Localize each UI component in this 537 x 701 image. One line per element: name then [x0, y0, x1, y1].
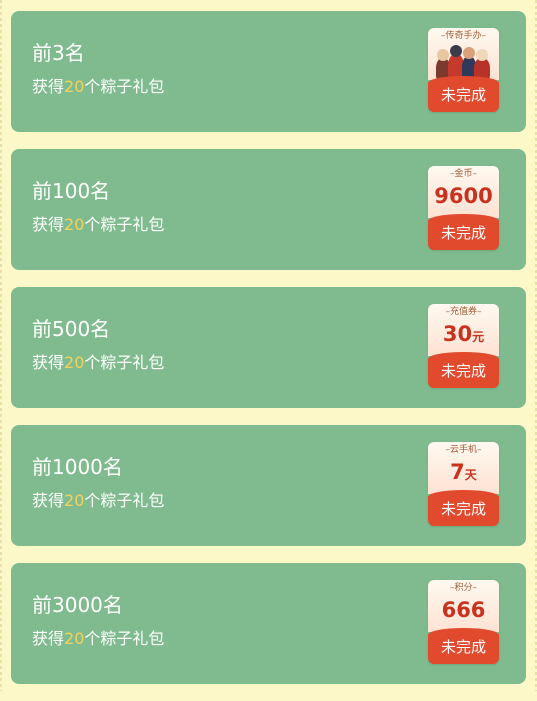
rank-title: 前100名: [32, 179, 111, 203]
prize-number: 666: [441, 598, 486, 622]
desc-suffix: 个粽子礼包: [84, 77, 165, 96]
desc-suffix: 个粽子礼包: [84, 491, 165, 510]
prize-value: 666: [428, 596, 499, 627]
rank-title: 前3000名: [32, 593, 123, 617]
desc-prefix: 获得: [32, 353, 65, 372]
prize-panel: –积分– 666: [428, 580, 499, 632]
reward-description: 获得20个粽子礼包: [32, 629, 164, 649]
reward-card: 前500名 获得20个粽子礼包 –充值券– 30元 未完成: [11, 287, 526, 408]
rank-title: 前3名: [32, 41, 85, 65]
collectible-figures-image: [434, 43, 493, 80]
figure-1-head: [437, 49, 449, 61]
prize-value: 30元: [428, 320, 499, 351]
desc-count: 20: [64, 491, 85, 510]
status-label: 未完成: [440, 86, 486, 104]
desc-prefix: 获得: [32, 215, 65, 234]
prize-label: –金币–: [449, 169, 477, 179]
status-label: 未完成: [440, 224, 486, 242]
rank-title: 前500名: [32, 317, 111, 341]
prize-number: 9600: [434, 184, 493, 208]
prize-value: 7天: [428, 458, 499, 489]
reward-card: 前3名 获得20个粽子礼包 –传奇手办– 未完成: [11, 11, 526, 132]
figure-3-head: [463, 47, 475, 59]
prize-panel: –金币– 9600: [428, 166, 499, 218]
status-ribbon: 未完成: [428, 628, 499, 664]
prize-badge[interactable]: –云手机– 7天 未完成: [428, 442, 499, 526]
status-label: 未完成: [440, 500, 486, 518]
prize-badge[interactable]: –充值券– 30元 未完成: [428, 304, 499, 388]
desc-prefix: 获得: [32, 629, 65, 648]
desc-count: 20: [64, 629, 85, 648]
reward-description: 获得20个粽子礼包: [32, 353, 164, 373]
desc-count: 20: [64, 77, 85, 96]
desc-suffix: 个粽子礼包: [84, 353, 165, 372]
status-ribbon: 未完成: [428, 352, 499, 388]
reward-description: 获得20个粽子礼包: [32, 77, 164, 97]
prize-badge[interactable]: –金币– 9600 未完成: [428, 166, 499, 250]
prize-number: 30: [442, 322, 473, 346]
reward-list: 前3名 获得20个粽子礼包 –传奇手办– 未完成 前100名 获得20个粽子礼包…: [11, 11, 526, 701]
figure-2-head: [450, 45, 462, 57]
prize-panel: –云手机– 7天: [428, 442, 499, 494]
desc-prefix: 获得: [32, 491, 65, 510]
figure-4-head: [476, 49, 488, 61]
status-ribbon: 未完成: [428, 490, 499, 526]
status-label: 未完成: [440, 638, 486, 656]
prize-badge[interactable]: –传奇手办– 未完成: [428, 28, 499, 112]
rank-title: 前1000名: [32, 455, 123, 479]
prize-label: –充值券–: [445, 307, 482, 317]
desc-count: 20: [64, 215, 85, 234]
reward-description: 获得20个粽子礼包: [32, 215, 164, 235]
desc-suffix: 个粽子礼包: [84, 215, 165, 234]
reward-description: 获得20个粽子礼包: [32, 491, 164, 511]
status-ribbon: 未完成: [428, 76, 499, 112]
prize-label: –云手机–: [445, 445, 482, 455]
prize-label: –积分–: [449, 583, 477, 593]
reward-card: 前100名 获得20个粽子礼包 –金币– 9600 未完成: [11, 149, 526, 270]
reward-card: 前3000名 获得20个粽子礼包 –积分– 666 未完成: [11, 563, 526, 684]
prize-value: 9600: [428, 182, 499, 213]
prize-label: –传奇手办–: [440, 31, 486, 41]
prize-unit: 元: [472, 330, 485, 344]
desc-suffix: 个粽子礼包: [84, 629, 165, 648]
prize-panel: –传奇手办–: [428, 28, 499, 80]
prize-panel: –充值券– 30元: [428, 304, 499, 356]
status-label: 未完成: [440, 362, 486, 380]
desc-prefix: 获得: [32, 77, 65, 96]
prize-badge[interactable]: –积分– 666 未完成: [428, 580, 499, 664]
reward-card: 前1000名 获得20个粽子礼包 –云手机– 7天 未完成: [11, 425, 526, 546]
left-dotted-edge: [0, 0, 2, 691]
desc-count: 20: [64, 353, 85, 372]
prize-number: 7: [450, 460, 465, 484]
prize-unit: 天: [464, 468, 477, 482]
status-ribbon: 未完成: [428, 214, 499, 250]
